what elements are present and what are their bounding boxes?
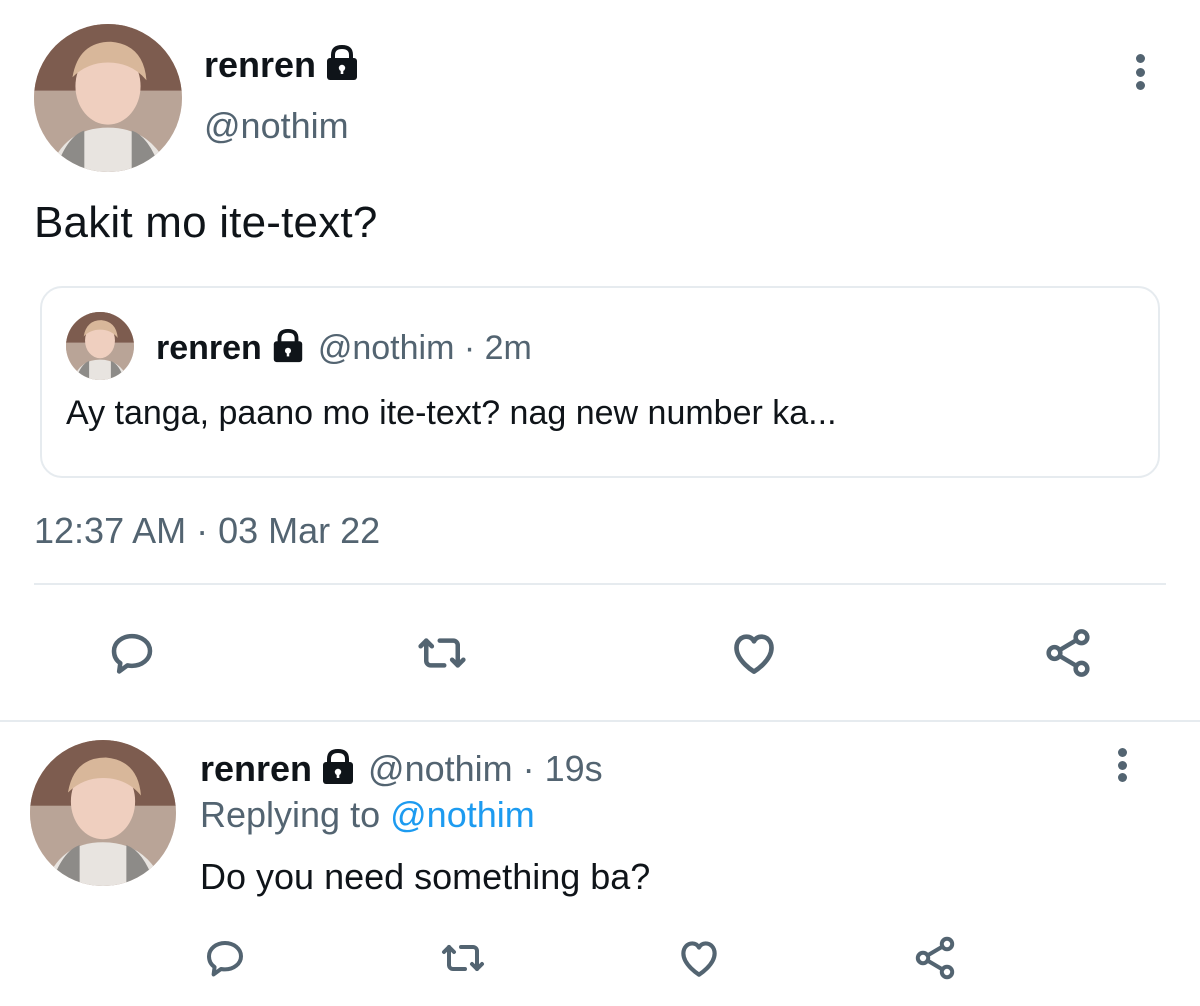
- avatar[interactable]: [30, 740, 176, 886]
- section-divider: [0, 720, 1200, 722]
- quoted-tweet[interactable]: renren @nothim · 2m Ay tanga, paano mo i…: [40, 286, 1160, 478]
- retweet-icon[interactable]: [434, 932, 492, 984]
- like-icon[interactable]: [722, 624, 786, 682]
- tweet-text: Bakit mo ite-text?: [34, 198, 378, 247]
- divider: [34, 583, 1166, 585]
- avatar-image: [66, 312, 134, 380]
- lock-icon: [320, 748, 356, 791]
- display-name[interactable]: renren: [200, 748, 312, 790]
- more-icon[interactable]: [1134, 54, 1146, 90]
- replying-to-handle[interactable]: @nothim: [390, 794, 535, 835]
- handle-time[interactable]: @nothim · 19s: [368, 748, 603, 790]
- avatar-image: [30, 740, 176, 886]
- timestamp: 12:37 AM · 03 Mar 22: [34, 510, 381, 551]
- retweet-icon[interactable]: [410, 624, 474, 682]
- reply-icon[interactable]: [100, 624, 164, 682]
- handle-time: @nothim · 2m: [317, 328, 532, 367]
- reply-icon[interactable]: [196, 932, 254, 984]
- avatar: [66, 312, 134, 380]
- handle[interactable]: @nothim: [204, 105, 349, 147]
- display-name: renren: [156, 328, 262, 367]
- quoted-text: Ay tanga, paano mo ite-text? nag new num…: [66, 394, 837, 432]
- avatar[interactable]: [34, 24, 182, 172]
- avatar-image: [34, 24, 182, 172]
- share-icon[interactable]: [1036, 624, 1100, 682]
- lock-icon: [270, 328, 306, 369]
- more-icon[interactable]: [1116, 748, 1128, 782]
- share-icon[interactable]: [906, 932, 964, 984]
- lock-icon: [324, 44, 360, 87]
- like-icon[interactable]: [670, 932, 728, 984]
- replying-to-label: Replying to: [200, 794, 381, 835]
- display-name[interactable]: renren: [204, 44, 316, 86]
- tweet-text: Do you need something ba?: [200, 856, 651, 897]
